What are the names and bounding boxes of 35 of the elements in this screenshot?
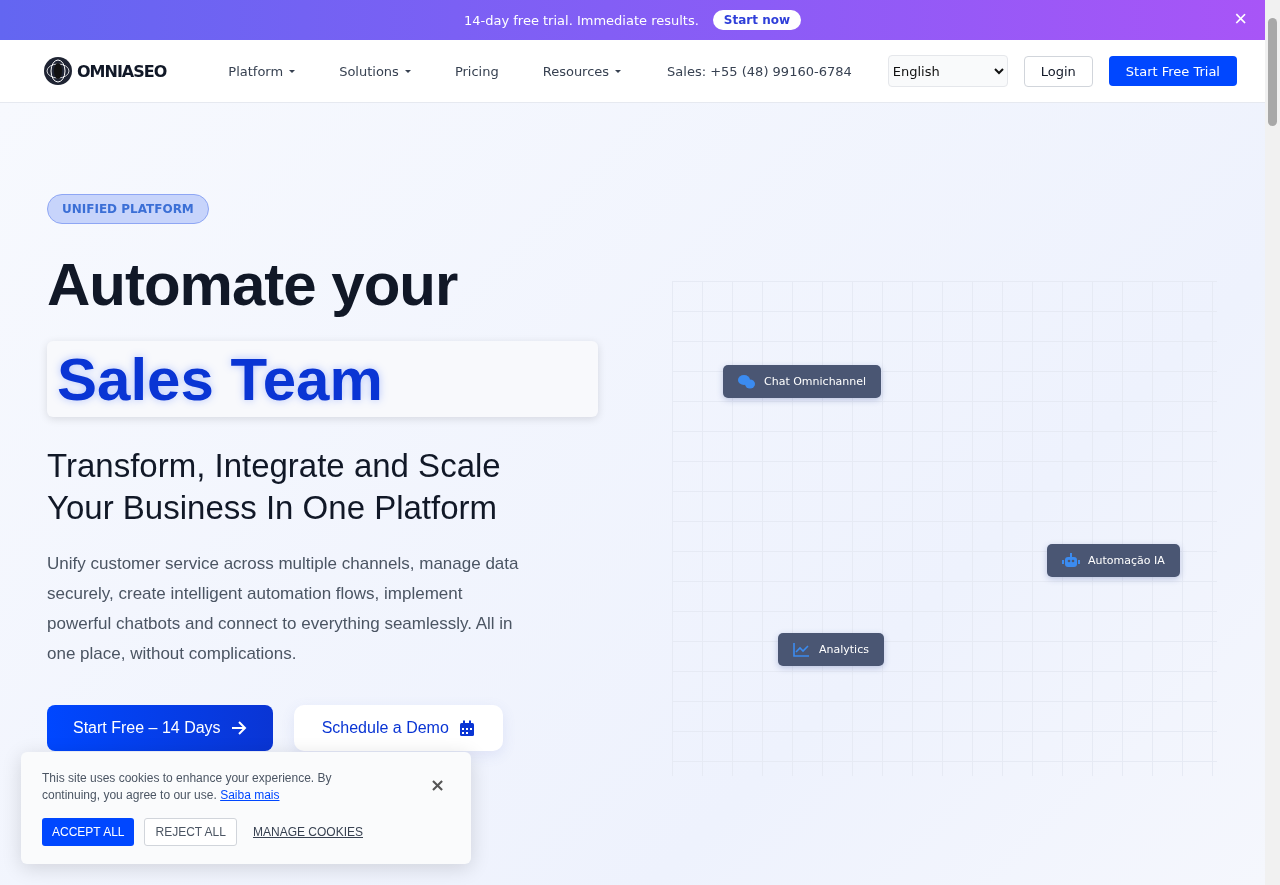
hero-description: Unify customer service across multiple channels, manage data securely, create intelligent automation flows, implement powerful chatbots and connect to everything seamlessly. All in one place, without complications. bbox=[47, 553, 520, 665]
start-now-button[interactable]: Start now bbox=[712, 10, 801, 30]
scrollbar-thumb[interactable] bbox=[1268, 18, 1277, 126]
nav-link[interactable]: Platform bbox=[228, 63, 296, 79]
nav-link[interactable]: Solutions bbox=[339, 63, 411, 79]
learn-more-link[interactable]: Saiba mais bbox=[220, 788, 280, 802]
accept-all-button[interactable]: ACCEPT ALL bbox=[42, 818, 135, 846]
hero-title: Automate your bbox=[47, 250, 458, 319]
manage-cookies-link[interactable]: MANAGE COOKIES bbox=[252, 825, 363, 839]
logo-text[interactable]: OMNIASEO bbox=[77, 61, 167, 81]
schedule-demo-button[interactable]: Schedule a Demo bbox=[293, 705, 503, 751]
arrow-right-icon bbox=[230, 721, 247, 735]
start-free-button[interactable]: Start Free – 14 Days bbox=[47, 705, 273, 751]
close-button[interactable]: × bbox=[1234, 8, 1247, 30]
cookie-text: This site uses cookies to enhance your experience. By continuing, you agree to our use. Saiba mais bbox=[42, 770, 333, 804]
nav-link[interactable]: Resources bbox=[542, 63, 622, 79]
node-label: Analytics bbox=[819, 643, 869, 656]
robot-icon bbox=[1062, 553, 1080, 568]
promo-text: 14-day free trial. Immediate results. bbox=[464, 12, 699, 28]
close-button[interactable]: × bbox=[429, 774, 445, 795]
reject-all-button[interactable]: REJECT ALL bbox=[144, 818, 237, 846]
badge: UNIFIED PLATFORM bbox=[47, 194, 209, 224]
node-label: Automação IA bbox=[1088, 554, 1165, 567]
node-label: Chat Omnichannel bbox=[764, 375, 867, 388]
line-chart-icon bbox=[793, 642, 811, 657]
nav-link[interactable]: Pricing bbox=[454, 63, 499, 79]
calendar-icon bbox=[458, 719, 475, 737]
language-select[interactable]: English bbox=[887, 55, 1008, 87]
start-free-trial-button[interactable]: Start Free Trial bbox=[1108, 56, 1237, 86]
hero-subtitle: Transform, Integrate and Scale Your Business In One Platform bbox=[47, 446, 502, 528]
chat-bubbles-icon bbox=[738, 374, 756, 389]
highlight-text: Sales Team bbox=[57, 344, 383, 414]
login-button[interactable]: Login bbox=[1023, 55, 1093, 87]
logo-icon bbox=[43, 56, 73, 86]
sales-phone: Sales: +55 (48) 99160-6784 bbox=[667, 63, 852, 79]
